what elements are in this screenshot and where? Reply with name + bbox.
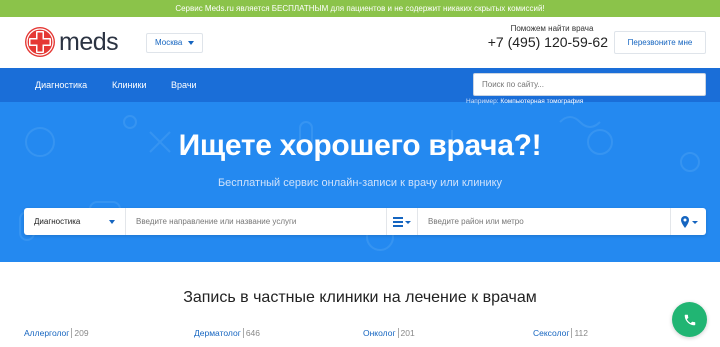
specialty-name[interactable]: Сексолог xyxy=(533,328,569,338)
nav-item-doctors[interactable]: Врачи xyxy=(171,68,197,102)
category-select-label: Диагностика xyxy=(34,217,81,226)
medical-cross-logo-icon xyxy=(25,27,55,57)
specialty-link[interactable]: Дерматолог 646 xyxy=(194,328,261,338)
chevron-down-icon xyxy=(188,40,195,45)
specialty-count: 646 xyxy=(242,328,261,338)
specialty-count: 112 xyxy=(571,328,589,338)
section-title: Запись в частные клиники на лечение к вр… xyxy=(183,289,537,306)
specialty-link[interactable]: Онколог 201 xyxy=(363,328,415,338)
specialty-name[interactable]: Дерматолог xyxy=(194,328,241,338)
location-pin-icon xyxy=(680,215,698,228)
hero-subtitle: Бесплатный сервис онлайн-записи к врачу … xyxy=(217,177,503,189)
list-icon xyxy=(393,216,411,227)
help-text: Поможем найти врача xyxy=(510,24,594,33)
location-button[interactable] xyxy=(670,208,706,235)
service-search-input[interactable] xyxy=(136,211,386,232)
specialty-name[interactable]: Аллерголог xyxy=(24,328,69,338)
specialty-name[interactable]: Онколог xyxy=(363,328,396,338)
promo-banner: Сервис Meds.ru является БЕСПЛАТНЫМ для п… xyxy=(0,0,720,17)
category-select[interactable]: Диагностика xyxy=(24,208,126,235)
service-list-button[interactable] xyxy=(386,208,418,235)
promo-text: Сервис Meds.ru является БЕСПЛАТНЫМ для п… xyxy=(175,4,545,13)
site-search-input[interactable] xyxy=(473,73,706,96)
phone-icon xyxy=(684,314,695,325)
call-button[interactable] xyxy=(672,302,707,337)
site-header: meds Москва Поможем найти врача +7 (495)… xyxy=(0,17,720,68)
specialty-count: 201 xyxy=(397,328,415,338)
phone-number[interactable]: +7 (495) 120-59-62 xyxy=(478,34,608,50)
specialty-count: 209 xyxy=(71,328,89,338)
city-label: Москва xyxy=(155,38,183,47)
search-example: Например: Компьютерная томография xyxy=(466,98,583,105)
specialty-link[interactable]: Аллерголог 209 xyxy=(24,328,89,338)
search-bar: Диагностика xyxy=(24,208,706,235)
specialty-link[interactable]: Сексолог 112 xyxy=(533,328,589,338)
callback-button[interactable]: Перезвоните мне xyxy=(614,31,706,54)
logo-text: meds xyxy=(59,27,119,56)
chevron-down-icon xyxy=(109,220,115,224)
city-selector[interactable]: Москва xyxy=(146,33,204,53)
location-search-input[interactable] xyxy=(428,211,668,232)
hero-title: Ищете хорошего врача?! xyxy=(178,129,542,162)
nav-item-clinics[interactable]: Клиники xyxy=(112,68,146,102)
nav-item-diagnostics[interactable]: Диагностика xyxy=(35,68,87,102)
example-prefix: Например: xyxy=(466,98,499,105)
logo[interactable]: meds xyxy=(24,26,119,58)
example-link[interactable]: Компьютерная томография xyxy=(500,98,583,105)
